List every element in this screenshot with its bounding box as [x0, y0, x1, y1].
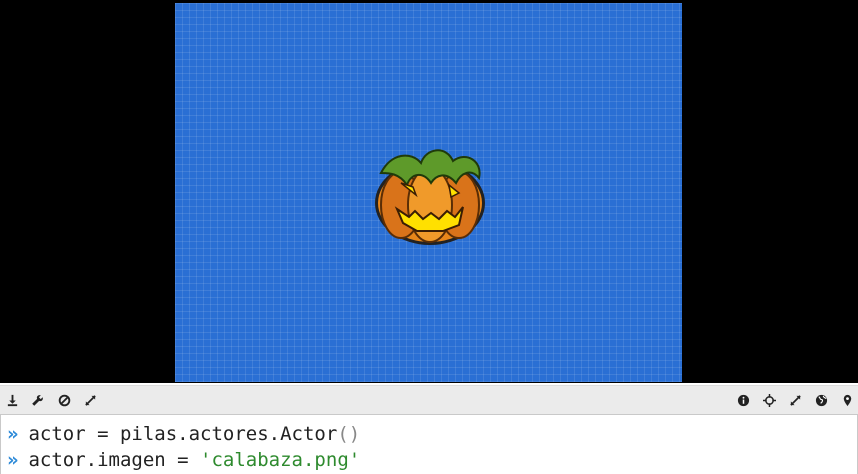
expand-icon[interactable] [81, 391, 99, 409]
code-text: actor = pilas.actores.Actor [28, 423, 338, 445]
map-marker-icon[interactable] [838, 391, 856, 409]
console-prompt: » [7, 449, 19, 471]
editor-toolbar [0, 385, 858, 414]
code-string: 'calabaza.png' [200, 449, 361, 471]
download-icon[interactable] [3, 391, 21, 409]
cancel-icon[interactable] [55, 391, 73, 409]
move-icon[interactable] [760, 391, 778, 409]
expand-icon[interactable] [786, 391, 804, 409]
python-console[interactable]: » actor = pilas.actores.Actor() » actor.im… [0, 414, 858, 474]
globe-icon[interactable] [812, 391, 830, 409]
console-prompt: » [7, 423, 19, 445]
pumpkin-actor[interactable] [371, 143, 489, 248]
console-line: » actor.imagen = 'calabaza.png' [7, 448, 360, 472]
code-text: actor.imagen = [28, 449, 201, 471]
console-line: » actor = pilas.actores.Actor() [7, 422, 360, 446]
code-paren: () [337, 423, 361, 445]
info-icon[interactable] [734, 391, 752, 409]
wrench-icon[interactable] [28, 391, 46, 409]
game-stage [0, 0, 858, 383]
game-canvas[interactable] [175, 3, 682, 382]
